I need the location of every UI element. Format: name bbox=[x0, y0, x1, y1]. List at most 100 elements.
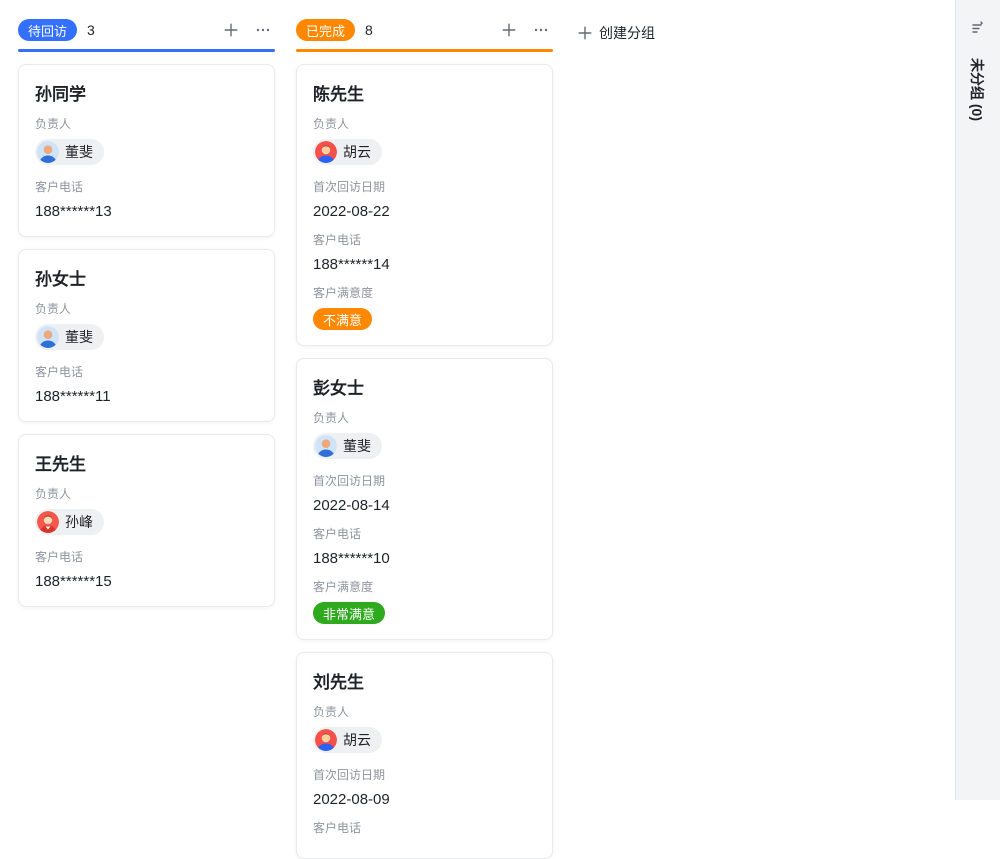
field-label: 客户满意度 bbox=[313, 286, 536, 301]
card-list: 陈先生 负责人 胡云 首次回访日期 2022-08-22 客户电话 bbox=[296, 64, 553, 859]
phone-value: 188******13 bbox=[35, 202, 258, 221]
satisfaction-field: 客户满意度 非常满意 bbox=[313, 580, 536, 624]
column-accent-underline bbox=[296, 49, 553, 52]
phone-value: 188******14 bbox=[313, 255, 536, 274]
field-label: 客户电话 bbox=[313, 527, 536, 542]
phone-field: 客户电话 bbox=[313, 821, 536, 836]
satisfaction-field: 客户满意度 不满意 bbox=[313, 286, 536, 330]
card-title: 刘先生 bbox=[313, 668, 536, 693]
more-icon bbox=[255, 22, 271, 38]
kanban-board: 待回访 3 孙同学 负责人 董斐 bbox=[0, 0, 1000, 800]
field-label: 负责人 bbox=[313, 117, 536, 132]
field-label: 首次回访日期 bbox=[313, 474, 536, 489]
column-name-badge[interactable]: 待回访 bbox=[18, 19, 77, 41]
date-field: 首次回访日期 2022-08-22 bbox=[313, 180, 536, 221]
field-label: 客户电话 bbox=[35, 180, 258, 195]
date-field: 首次回访日期 2022-08-14 bbox=[313, 474, 536, 515]
column-accent-underline bbox=[18, 49, 275, 52]
column-more-button[interactable] bbox=[529, 18, 553, 42]
person-name: 董斐 bbox=[343, 436, 371, 456]
owner-field: 负责人 胡云 bbox=[313, 117, 536, 168]
person-chip: 胡云 bbox=[313, 727, 382, 753]
record-card[interactable]: 彭女士 负责人 董斐 首次回访日期 2022-08-14 客户电话 bbox=[296, 358, 553, 640]
phone-field: 客户电话 188******14 bbox=[313, 233, 536, 274]
plus-icon bbox=[577, 25, 593, 41]
date-value: 2022-08-22 bbox=[313, 202, 536, 221]
column-header: 待回访 3 bbox=[18, 18, 275, 42]
date-value: 2022-08-14 bbox=[313, 496, 536, 515]
owner-field: 负责人 董斐 bbox=[35, 117, 258, 168]
kanban-column-pending: 待回访 3 孙同学 负责人 董斐 bbox=[18, 18, 275, 607]
field-label: 首次回访日期 bbox=[313, 768, 536, 783]
person-name: 胡云 bbox=[343, 142, 371, 162]
person-chip: 董斐 bbox=[313, 433, 382, 459]
phone-field: 客户电话 188******11 bbox=[35, 365, 258, 406]
add-card-button[interactable] bbox=[219, 18, 243, 42]
create-group-button[interactable]: 创建分组 bbox=[577, 21, 655, 45]
field-label: 客户电话 bbox=[35, 550, 258, 565]
avatar bbox=[315, 729, 337, 751]
owner-field: 负责人 孙峰 bbox=[35, 487, 258, 538]
record-card[interactable]: 刘先生 负责人 胡云 首次回访日期 2022-08-09 客户电话 bbox=[296, 652, 553, 859]
person-chip: 董斐 bbox=[35, 324, 104, 350]
plus-icon bbox=[501, 22, 517, 38]
field-label: 负责人 bbox=[35, 117, 258, 132]
avatar bbox=[37, 511, 59, 533]
owner-field: 负责人 胡云 bbox=[313, 705, 536, 756]
column-header: 已完成 8 bbox=[296, 18, 553, 42]
person-chip: 董斐 bbox=[35, 139, 104, 165]
person-name: 董斐 bbox=[65, 327, 93, 347]
field-label: 客户电话 bbox=[313, 821, 536, 836]
person-name: 孙峰 bbox=[65, 512, 93, 532]
field-label: 客户电话 bbox=[313, 233, 536, 248]
column-card-count: 3 bbox=[87, 22, 95, 38]
satisfaction-tag: 不满意 bbox=[313, 308, 372, 330]
phone-value: 188******11 bbox=[35, 387, 258, 406]
card-title: 陈先生 bbox=[313, 80, 536, 105]
expand-group-button[interactable] bbox=[966, 16, 990, 40]
field-label: 负责人 bbox=[35, 487, 258, 502]
phone-field: 客户电话 188******13 bbox=[35, 180, 258, 221]
field-label: 负责人 bbox=[35, 302, 258, 317]
record-card[interactable]: 孙女士 负责人 董斐 客户电话 188******11 bbox=[18, 249, 275, 422]
date-field: 首次回访日期 2022-08-09 bbox=[313, 768, 536, 809]
add-card-button[interactable] bbox=[497, 18, 521, 42]
avatar bbox=[37, 326, 59, 348]
avatar bbox=[315, 435, 337, 457]
collapsed-group-rail: 未分组 (0) bbox=[955, 0, 1000, 800]
column-card-count: 8 bbox=[365, 22, 373, 38]
record-card[interactable]: 王先生 负责人 孙峰 客户电话 188******15 bbox=[18, 434, 275, 607]
kanban-column-done: 已完成 8 陈先生 负责人 胡云 bbox=[296, 18, 553, 859]
field-label: 负责人 bbox=[313, 411, 536, 426]
person-name: 胡云 bbox=[343, 730, 371, 750]
field-label: 负责人 bbox=[313, 705, 536, 720]
column-more-button[interactable] bbox=[251, 18, 275, 42]
create-group-label: 创建分组 bbox=[599, 23, 655, 43]
person-chip: 孙峰 bbox=[35, 509, 104, 535]
record-card[interactable]: 陈先生 负责人 胡云 首次回访日期 2022-08-22 客户电话 bbox=[296, 64, 553, 346]
owner-field: 负责人 董斐 bbox=[35, 302, 258, 353]
card-title: 孙同学 bbox=[35, 80, 258, 105]
phone-field: 客户电话 188******15 bbox=[35, 550, 258, 591]
phone-value: 188******10 bbox=[313, 549, 536, 568]
avatar bbox=[315, 141, 337, 163]
person-chip: 胡云 bbox=[313, 139, 382, 165]
card-title: 孙女士 bbox=[35, 265, 258, 290]
card-list: 孙同学 负责人 董斐 客户电话 188******13 孙女士 bbox=[18, 64, 275, 607]
avatar bbox=[37, 141, 59, 163]
plus-icon bbox=[223, 22, 239, 38]
more-icon bbox=[533, 22, 549, 38]
phone-field: 客户电话 188******10 bbox=[313, 527, 536, 568]
column-name-badge[interactable]: 已完成 bbox=[296, 19, 355, 41]
satisfaction-tag: 非常满意 bbox=[313, 602, 385, 624]
card-title: 王先生 bbox=[35, 450, 258, 475]
record-card[interactable]: 孙同学 负责人 董斐 客户电话 188******13 bbox=[18, 64, 275, 237]
field-label: 客户电话 bbox=[35, 365, 258, 380]
ungrouped-label[interactable]: 未分组 (0) bbox=[967, 58, 987, 121]
phone-value: 188******15 bbox=[35, 572, 258, 591]
owner-field: 负责人 董斐 bbox=[313, 411, 536, 462]
expand-list-icon bbox=[970, 20, 987, 37]
card-title: 彭女士 bbox=[313, 374, 536, 399]
field-label: 首次回访日期 bbox=[313, 180, 536, 195]
field-label: 客户满意度 bbox=[313, 580, 536, 595]
